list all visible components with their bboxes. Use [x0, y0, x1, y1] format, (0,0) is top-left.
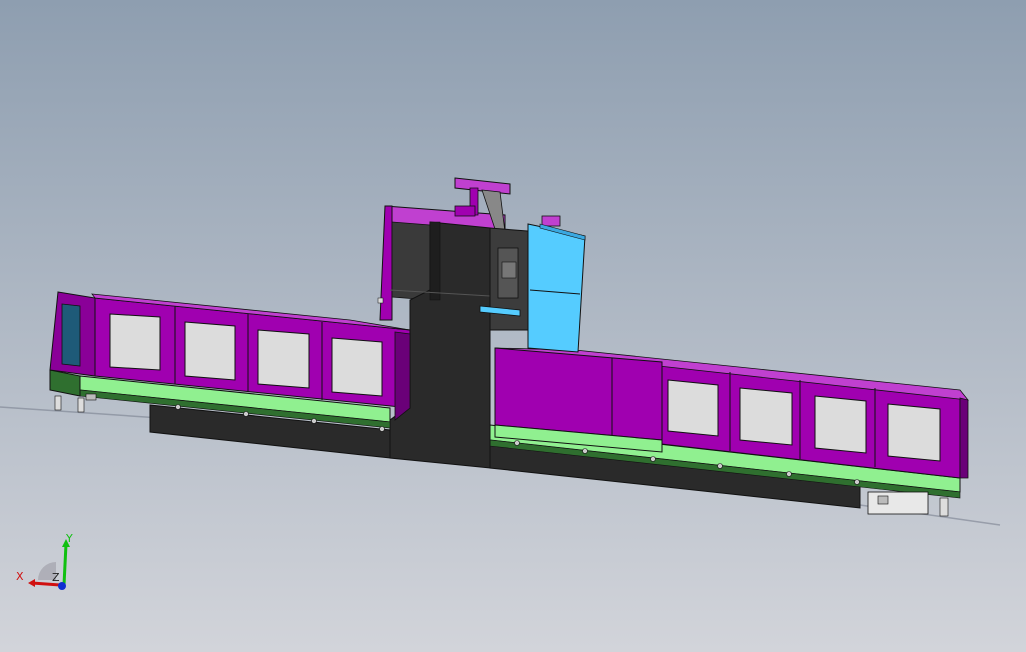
triad-y-label: Y [65, 532, 73, 545]
triad-y-axis [62, 539, 70, 586]
triad-x-label: X [16, 570, 24, 583]
triad-z-label: Z [52, 571, 60, 584]
orientation-triad[interactable]: X Y Z [10, 530, 80, 600]
machine-model[interactable] [0, 0, 1026, 652]
right-bed-front-panel[interactable] [494, 347, 663, 453]
left-bed[interactable] [49, 291, 411, 459]
graphics-viewport[interactable]: X Y Z [0, 0, 1026, 652]
